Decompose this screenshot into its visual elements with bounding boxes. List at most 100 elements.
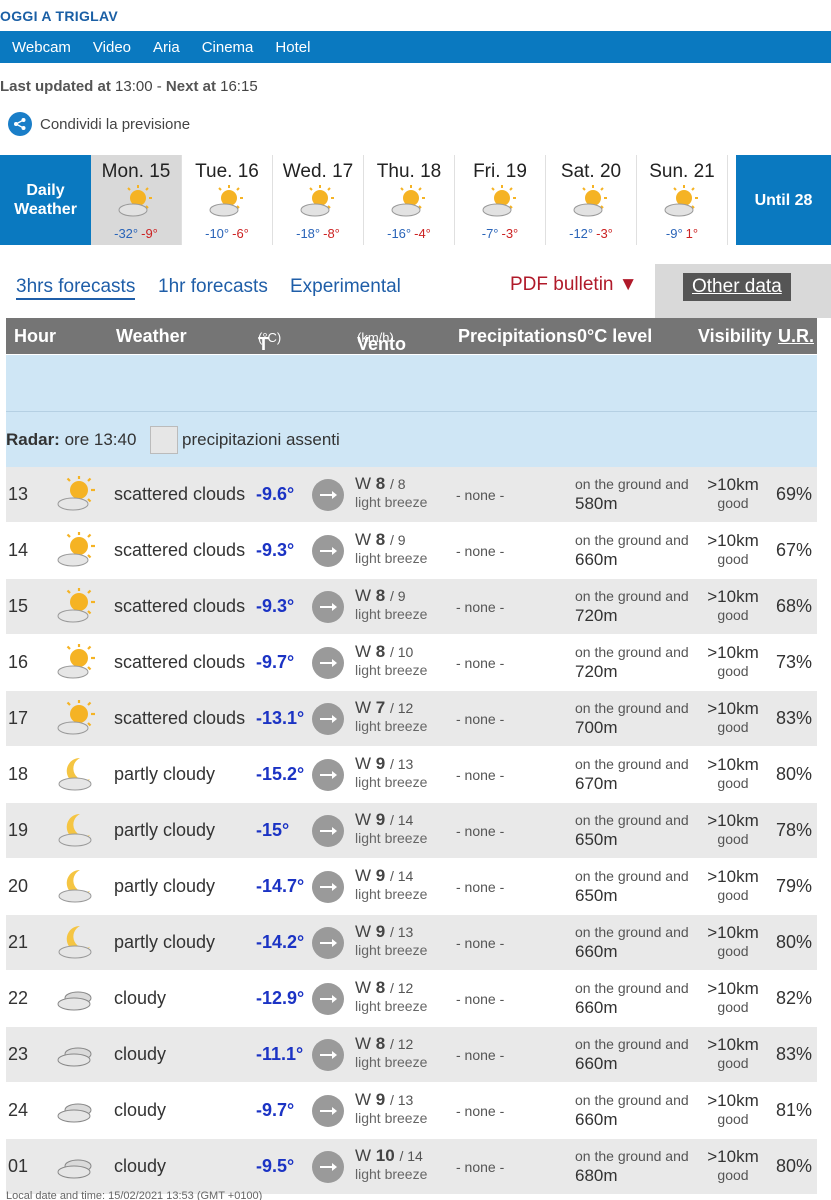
day-min-temp: -16° (387, 226, 412, 241)
row-humidity: 83% (776, 708, 813, 728)
row-hour: 14 (8, 540, 29, 560)
day-max-temp: -6° (232, 226, 249, 241)
wind-gust: / 10 (389, 644, 414, 660)
row-wind: W 9 / 13 light breeze (355, 755, 427, 791)
day-max-temp: -3° (501, 226, 519, 241)
nav-hotel[interactable]: Hotel (275, 39, 310, 56)
row-weather-desc: partly cloudy (114, 876, 216, 896)
other-data-button[interactable]: Other data (683, 273, 791, 301)
share-link[interactable]: Condividi la previsione (8, 112, 190, 136)
zero-level-text: on the ground and (575, 532, 689, 548)
moon-cloud-icon (54, 867, 98, 910)
wind-speed: 7 (375, 698, 386, 717)
col-zero-level: 0°C level (577, 326, 653, 346)
wind-gust: / 13 (389, 756, 414, 772)
row-weather-desc: cloudy (114, 1156, 167, 1176)
day-tab[interactable]: Mon. 15 -32° -9° (91, 155, 182, 245)
wind-speed: 9 (375, 866, 386, 885)
wind-dir: W (355, 586, 372, 605)
row-zero-level: on the ground and 660m (575, 1091, 689, 1129)
nav-video[interactable]: Video (93, 39, 131, 56)
row-precipitation: - none - (456, 487, 505, 503)
table-row: 01 cloudy -9.5° W 10 / 14 light breeze - none… (6, 1139, 817, 1195)
col-weather: Weather (116, 326, 187, 346)
tab-experimental[interactable]: Experimental (290, 276, 401, 298)
pdf-bulletin-link[interactable]: PDF bulletin ▼ (510, 274, 638, 296)
row-precipitation: - none - (456, 711, 505, 727)
zero-level-value: 700m (575, 718, 618, 737)
row-temperature: -12.9° (256, 988, 305, 1008)
row-zero-level: on the ground and 650m (575, 811, 689, 849)
blank-row (6, 355, 817, 411)
wind-arrow-icon (312, 1151, 344, 1183)
visibility-text: good (717, 663, 749, 679)
day-tab[interactable]: Thu. 18 -16° -4° (364, 155, 455, 245)
nav-cinema[interactable]: Cinema (202, 39, 254, 56)
wind-breeze: light breeze (355, 662, 428, 678)
row-temperature: -14.2° (256, 932, 305, 952)
sun-cloud-icon (662, 185, 702, 224)
radar-checkbox[interactable] (150, 426, 178, 454)
day-tab[interactable]: Sat. 20 -12° -3° (546, 155, 637, 245)
nav-aria[interactable]: Aria (153, 39, 180, 56)
tab-1hr[interactable]: 1hr forecasts (158, 276, 268, 298)
wind-breeze: light breeze (355, 550, 428, 566)
until-button[interactable]: Until 28 (736, 155, 831, 245)
row-visibility: >10km good (704, 979, 762, 1017)
row-weather-desc: scattered clouds (114, 540, 246, 560)
footer-local-time: Local date and time: 15/02/2021 13:53 (G… (6, 1190, 263, 1200)
table-row: 18 partly cloudy -15.2° W 9 / 13 light breez… (6, 747, 817, 803)
day-tab[interactable]: Sun. 21 -9° 1° (637, 155, 728, 245)
share-label[interactable]: Condividi la previsione (40, 116, 190, 133)
moon-cloud-icon (54, 923, 98, 966)
col-temp-label: T (258, 334, 269, 354)
row-weather-desc: scattered clouds (114, 596, 246, 616)
nav-webcam[interactable]: Webcam (12, 39, 71, 56)
day-tab[interactable]: Wed. 17 -18° -8° (273, 155, 364, 245)
daily-weather-button[interactable]: Daily Weather (0, 155, 91, 245)
wind-arrow-icon (312, 815, 344, 847)
row-precipitation: - none - (456, 879, 505, 895)
row-hour: 18 (8, 764, 29, 784)
row-weather-desc: partly cloudy (114, 764, 216, 784)
row-temperature: -9.6° (256, 484, 295, 504)
wind-arrow-icon (312, 591, 344, 623)
visibility-text: good (717, 719, 749, 735)
zero-level-text: on the ground and (575, 588, 689, 604)
wind-breeze: light breeze (355, 774, 428, 790)
updated-sep: - (156, 78, 162, 95)
row-precipitation: - none - (456, 823, 505, 839)
row-temperature: -9.5° (256, 1156, 295, 1176)
visibility-value: >10km (707, 979, 759, 998)
table-row: 15 scattered clouds -9.3° W 8 / 9 light bree… (6, 579, 817, 635)
wind-speed: 9 (375, 922, 386, 941)
row-humidity: 80% (776, 1156, 813, 1176)
day-tab[interactable]: Fri. 19 -7° -3° (455, 155, 546, 245)
row-humidity: 80% (776, 764, 813, 784)
wind-arrow-icon (312, 871, 344, 903)
col-humidity[interactable]: U.R. (778, 326, 814, 347)
row-visibility: >10km good (704, 755, 762, 793)
row-temperature: -9.7° (256, 1100, 295, 1120)
table-row: 24 cloudy -9.7° W 9 / 13 light breeze - none … (6, 1083, 817, 1139)
row-zero-level: on the ground and 580m (575, 475, 689, 513)
zero-level-value: 680m (575, 1166, 618, 1185)
table-row: 17 scattered clouds -13.1° W 7 / 12 light br… (6, 691, 817, 747)
wind-arrow-icon (312, 703, 344, 735)
day-name: Fri. 19 (473, 161, 527, 182)
share-icon[interactable] (8, 112, 32, 136)
day-tab[interactable]: Tue. 16 -10° -6° (182, 155, 273, 245)
wind-breeze: light breeze (355, 830, 428, 846)
row-precipitation: - none - (456, 655, 505, 671)
sun-cloud-icon (54, 643, 98, 686)
radar-status: precipitazioni assenti (182, 430, 340, 449)
wind-gust: / 9 (389, 588, 406, 604)
row-humidity: 69% (776, 484, 813, 504)
row-wind: W 9 / 13 light breeze (355, 923, 427, 959)
wind-gust: / 13 (389, 1092, 414, 1108)
row-humidity: 83% (776, 1044, 813, 1064)
visibility-text: good (717, 943, 749, 959)
zero-level-text: on the ground and (575, 644, 689, 660)
tab-3hrs[interactable]: 3hrs forecasts (16, 276, 136, 300)
row-wind: W 9 / 14 light breeze (355, 811, 427, 847)
